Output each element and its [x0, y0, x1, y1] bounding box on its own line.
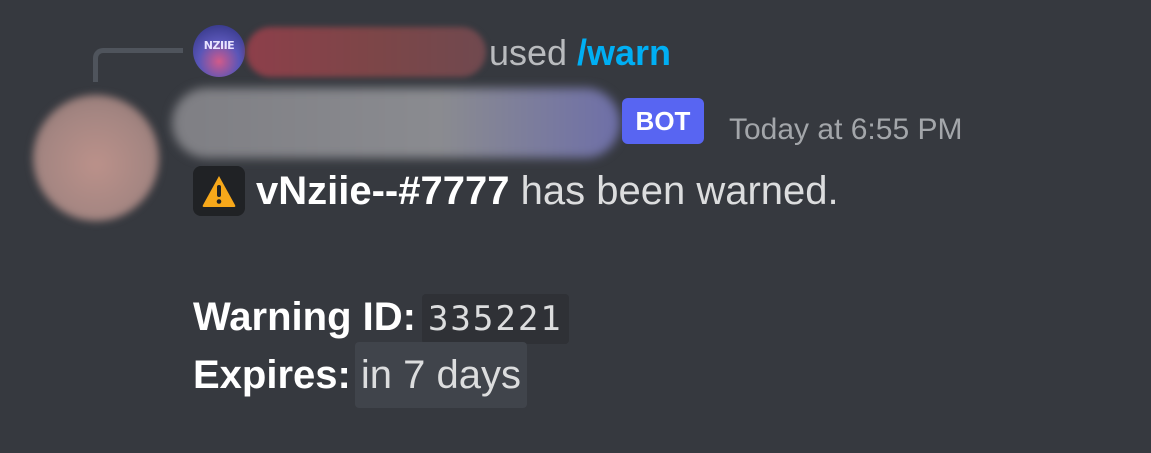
reply-spine [93, 48, 183, 82]
expires-label: Expires: [193, 353, 351, 397]
warn-status-text: has been warned. [520, 169, 839, 213]
expires-timestamp[interactable]: in 7 days [354, 342, 527, 408]
reply-command-link[interactable]: /warn [577, 31, 671, 75]
warning-triangle-icon [193, 166, 245, 216]
author-name-redacted[interactable] [172, 88, 620, 158]
warning-id-label: Warning ID: [193, 295, 416, 339]
message-timestamp[interactable]: Today at 6:55 PM [729, 110, 962, 150]
warning-id-line: Warning ID: 335221 [193, 292, 569, 344]
warning-id-value: 335221 [421, 294, 569, 344]
reply-avatar[interactable]: NZIIE [193, 25, 245, 77]
chat-message: NZIIE used /warn BOT Today at 6:55 PM vN… [0, 0, 1151, 453]
expires-line: Expires: in 7 days [193, 342, 527, 408]
bot-tag: BOT [622, 98, 704, 144]
warn-line: vNziie--#7777 has been warned. [256, 166, 839, 216]
author-avatar[interactable] [33, 95, 159, 221]
reply-username-redacted[interactable] [246, 27, 486, 77]
warned-username: vNziie--#7777 [256, 169, 510, 213]
reply-avatar-label: NZIIE [203, 39, 235, 52]
reply-used-text: used [489, 32, 568, 73]
